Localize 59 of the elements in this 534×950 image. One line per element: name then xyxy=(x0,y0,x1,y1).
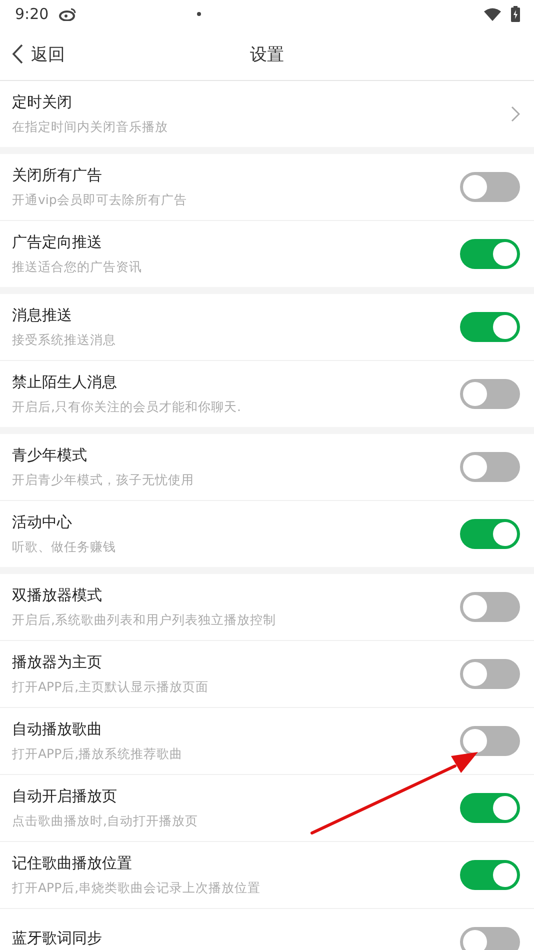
back-label: 返回 xyxy=(31,44,65,66)
setting-row[interactable]: 记住歌曲播放位置 打开APP后,串烧类歌曲会记录上次播放位置 xyxy=(0,842,534,909)
toggle-switch[interactable] xyxy=(460,239,520,269)
setting-description: 推送适合您的广告资讯 xyxy=(12,258,143,276)
setting-row[interactable]: 双播放器模式 开启后,系统歌曲列表和用户列表独立播放控制 xyxy=(0,574,534,641)
setting-title: 广告定向推送 xyxy=(12,232,103,252)
setting-title: 自动播放歌曲 xyxy=(12,720,103,738)
toggle-switch[interactable] xyxy=(460,379,520,409)
setting-description: 在指定时间内关闭音乐播放 xyxy=(12,118,169,136)
setting-row[interactable]: 自动开启播放页 点击歌曲播放时,自动打开播放页 xyxy=(0,775,534,842)
battery-icon xyxy=(511,6,520,22)
chevron-right-icon xyxy=(511,106,520,122)
setting-description: 打开APP后,播放系统推荐歌曲 xyxy=(12,746,184,762)
toggle-switch[interactable] xyxy=(460,452,520,482)
setting-title: 青少年模式 xyxy=(12,446,88,464)
setting-row[interactable]: 广告定向推送 推送适合您的广告资讯 xyxy=(0,221,534,287)
setting-description: 开启后,系统歌曲列表和用户列表独立播放控制 xyxy=(12,612,277,628)
toggle-switch[interactable] xyxy=(460,592,520,622)
setting-row[interactable]: 青少年模式 开启青少年模式，孩子无忧使用 xyxy=(0,434,534,501)
setting-row[interactable]: 定时关闭 在指定时间内关闭音乐播放 xyxy=(0,81,534,147)
setting-title: 播放器为主页 xyxy=(12,652,103,672)
chevron-left-icon xyxy=(12,44,23,64)
setting-title: 关闭所有广告 xyxy=(12,166,103,184)
setting-title: 自动开启播放页 xyxy=(12,786,118,806)
notification-dot xyxy=(196,12,201,16)
wifi-icon xyxy=(484,8,501,20)
setting-row[interactable]: 关闭所有广告 开通vip会员即可去除所有广告 xyxy=(0,154,534,221)
setting-title: 活动中心 xyxy=(12,512,73,532)
toggle-switch[interactable] xyxy=(460,659,520,689)
setting-description: 开通vip会员即可去除所有广告 xyxy=(12,192,188,208)
setting-title: 双播放器模式 xyxy=(12,586,103,604)
toggle-switch[interactable] xyxy=(460,312,520,342)
back-button[interactable]: 返回 xyxy=(0,42,71,66)
setting-row[interactable]: 消息推送 接受系统推送消息 xyxy=(0,294,534,361)
setting-description: 开启后,只有你关注的会员才能和你聊天. xyxy=(12,398,242,416)
page-title: 设置 xyxy=(250,44,284,66)
setting-row[interactable]: 蓝牙歌词同步 xyxy=(0,909,534,950)
setting-title: 消息推送 xyxy=(12,306,73,324)
setting-description: 开启青少年模式，孩子无忧使用 xyxy=(12,472,195,488)
setting-title: 蓝牙歌词同步 xyxy=(12,929,103,948)
toggle-switch[interactable] xyxy=(460,172,520,202)
setting-title: 定时关闭 xyxy=(12,92,73,112)
toggle-switch[interactable] xyxy=(460,793,520,823)
toggle-switch[interactable] xyxy=(460,860,520,890)
setting-description: 打开APP后,串烧类歌曲会记录上次播放位置 xyxy=(12,880,262,896)
setting-title: 记住歌曲播放位置 xyxy=(12,854,133,872)
toggle-switch[interactable] xyxy=(460,519,520,549)
setting-row[interactable]: 禁止陌生人消息 开启后,只有你关注的会员才能和你聊天. xyxy=(0,361,534,427)
setting-row[interactable]: 播放器为主页 打开APP后,主页默认显示播放页面 xyxy=(0,641,534,708)
setting-description: 听歌、做任务赚钱 xyxy=(12,538,117,556)
setting-description: 点击歌曲播放时,自动打开播放页 xyxy=(12,812,199,830)
toggle-switch[interactable] xyxy=(460,927,520,950)
toggle-switch[interactable] xyxy=(460,726,520,756)
setting-title: 禁止陌生人消息 xyxy=(12,372,118,392)
weibo-icon xyxy=(58,7,77,21)
status-time: 9:20 xyxy=(15,5,49,23)
setting-description: 接受系统推送消息 xyxy=(12,332,117,348)
setting-description: 打开APP后,主页默认显示播放页面 xyxy=(12,678,210,696)
setting-row[interactable]: 活动中心 听歌、做任务赚钱 xyxy=(0,501,534,567)
